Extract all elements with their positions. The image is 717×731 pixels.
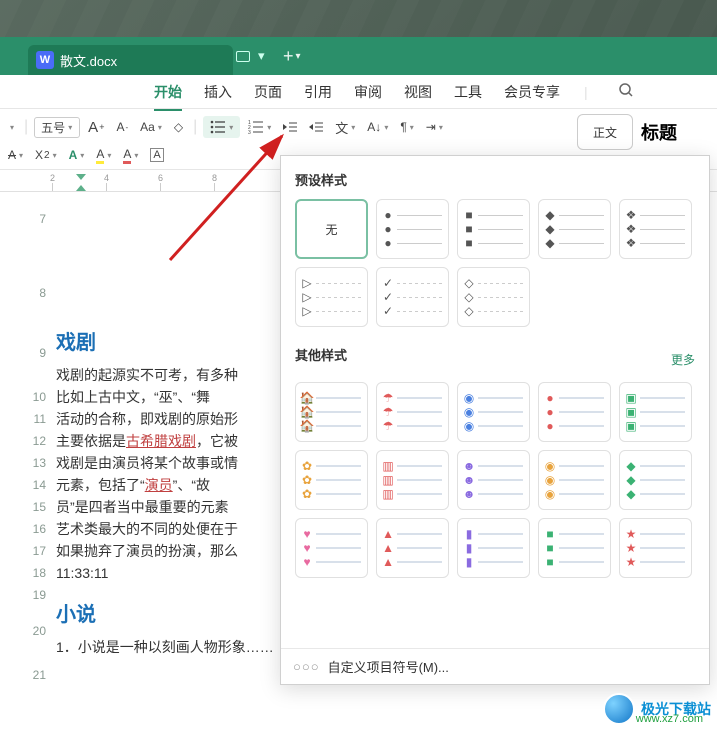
colorful-grid: 🏠🏠🏠☂☂☂◉◉◉●●●▣▣▣✿✿✿▥▥▥☻☻☻◉◉◉◆◆◆♥♥♥▲▲▲▮▮▮■… (295, 382, 695, 578)
colorful-bullet-9[interactable]: ◆◆◆ (619, 450, 692, 510)
bullet-square[interactable]: ■■■ (457, 199, 530, 259)
menu-start[interactable]: 开始 (154, 82, 182, 102)
link-greek-drama[interactable]: 古希腊戏剧 (126, 433, 196, 449)
numbered-list-button[interactable]: 123▾ (244, 118, 275, 136)
link-actor[interactable]: 演员 (145, 477, 173, 493)
colorful-bullet-3[interactable]: ●●● (538, 382, 611, 442)
styles-gallery: 正文 标题 (577, 112, 717, 152)
bullet-check[interactable]: ✓✓✓ (376, 267, 449, 327)
colorful-bullet-10[interactable]: ♥♥♥ (295, 518, 368, 578)
other-section-title: 其他样式 (295, 345, 347, 364)
colorful-bullet-2[interactable]: ◉◉◉ (457, 382, 530, 442)
colorful-bullet-7[interactable]: ☻☻☻ (457, 450, 530, 510)
svg-text:3: 3 (248, 130, 251, 134)
preset-section-title: 预设样式 (295, 170, 695, 189)
bullet-diamond[interactable]: ◆◆◆ (538, 199, 611, 259)
custom-bullet-label: 自定义项目符号(M)... (328, 657, 449, 676)
colorful-bullet-8[interactable]: ◉◉◉ (538, 450, 611, 510)
menu-reference[interactable]: 引用 (304, 82, 332, 102)
line-number-gutter: 7 8 9 10 11 12 13 14 15 16 17 18 19 20 2… (0, 192, 56, 686)
colorful-bullet-4[interactable]: ▣▣▣ (619, 382, 692, 442)
bullet-none[interactable]: 无 (295, 199, 368, 259)
tab-dropdown-icon[interactable]: ▾ (258, 48, 265, 64)
colorful-bullet-1[interactable]: ☂☂☂ (376, 382, 449, 442)
dots-icon: ○○○ (293, 659, 320, 674)
superscript-button[interactable]: X2▾ (31, 146, 61, 164)
search-icon[interactable] (618, 82, 634, 101)
increase-indent-button[interactable] (305, 119, 327, 135)
preset-grid: 无 ●●● ■■■ ◆◆◆ ❖❖❖ ▷▷▷ ✓✓✓ ◇◇◇ (295, 199, 695, 327)
char-border-button[interactable]: A (146, 146, 167, 164)
menu-bar: 开始 插入 页面 引用 审阅 视图 工具 会员专享 | (0, 75, 717, 109)
custom-bullet-button[interactable]: ○○○ 自定义项目符号(M)... (281, 648, 709, 684)
document-tab[interactable]: W 散文.docx (28, 45, 233, 75)
menu-review[interactable]: 审阅 (354, 82, 382, 102)
colorful-bullet-12[interactable]: ▮▮▮ (457, 518, 530, 578)
font-size-dropdown[interactable]: 五号▾ (34, 117, 80, 138)
change-case-button[interactable]: Aa▾ (136, 118, 166, 136)
show-marks-button[interactable]: ¶▾ (396, 118, 417, 136)
globe-icon (603, 693, 635, 725)
style-heading[interactable]: 标题 (641, 119, 677, 145)
bullet-triangle[interactable]: ▷▷▷ (295, 267, 368, 327)
bullet-list-button[interactable]: ▾ (203, 116, 240, 138)
indent-marker-top-icon[interactable] (76, 174, 86, 180)
bullet-style-popup: 预设样式 无 ●●● ■■■ ◆◆◆ ❖❖❖ ▷▷▷ ✓✓✓ ◇◇◇ 其他样式 … (280, 155, 710, 685)
colorful-bullet-6[interactable]: ▥▥▥ (376, 450, 449, 510)
watermark: 极光下载站 www.xz7.com (603, 693, 711, 725)
menu-view[interactable]: 视图 (404, 82, 432, 102)
document-tabbar: W 散文.docx ▾ + ▾ (0, 37, 717, 75)
bullet-diamond-outline[interactable]: ◇◇◇ (457, 267, 530, 327)
colorful-bullet-13[interactable]: ■■■ (538, 518, 611, 578)
increase-font-button[interactable]: A+ (84, 117, 108, 138)
bullet-diamond4[interactable]: ❖❖❖ (619, 199, 692, 259)
decrease-font-button[interactable]: A- (112, 118, 132, 136)
menu-page[interactable]: 页面 (254, 82, 282, 102)
clear-format-button[interactable]: ◇ (170, 118, 187, 136)
new-tab-button[interactable]: + (283, 46, 294, 67)
font-color-button[interactable]: A▾ (119, 145, 142, 166)
colorful-bullet-11[interactable]: ▲▲▲ (376, 518, 449, 578)
colorful-bullet-5[interactable]: ✿✿✿ (295, 450, 368, 510)
sort-button[interactable]: A↓▾ (363, 118, 392, 136)
text-effect-button[interactable]: A▾ (65, 146, 89, 164)
tabs-button[interactable]: ⇥▾ (422, 118, 447, 136)
watermark-url: www.xz7.com (636, 713, 703, 725)
decrease-indent-button[interactable] (279, 119, 301, 135)
menu-tools[interactable]: 工具 (454, 82, 482, 102)
menu-member[interactable]: 会员专享 (504, 82, 560, 102)
window-titlebar (0, 0, 717, 37)
style-normal[interactable]: 正文 (577, 114, 633, 150)
colorful-bullet-14[interactable]: ★★★ (619, 518, 692, 578)
text-direction-button[interactable]: 文▾ (331, 116, 359, 139)
font-name-dropdown[interactable]: ▾ (4, 121, 18, 134)
menu-insert[interactable]: 插入 (204, 82, 232, 102)
bullet-circle[interactable]: ●●● (376, 199, 449, 259)
more-styles-link[interactable]: 更多 (671, 351, 695, 368)
projection-icon[interactable] (236, 51, 250, 62)
strike-button[interactable]: A▾ (4, 146, 27, 164)
document-filename: 散文.docx (60, 51, 117, 70)
word-icon: W (36, 51, 54, 69)
colorful-bullet-0[interactable]: 🏠🏠🏠 (295, 382, 368, 442)
highlight-button[interactable]: A▾ (92, 145, 115, 166)
new-tab-dropdown-icon[interactable]: ▾ (296, 51, 301, 62)
